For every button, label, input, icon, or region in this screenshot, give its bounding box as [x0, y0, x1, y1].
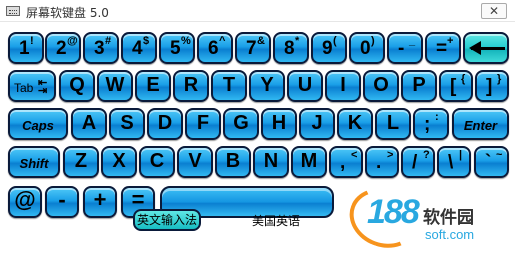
key-at[interactable]: @: [8, 186, 42, 218]
close-button[interactable]: ✕: [481, 3, 507, 19]
key-z[interactable]: Z: [63, 146, 99, 178]
key-x[interactable]: X: [101, 146, 137, 178]
key-h[interactable]: H: [261, 108, 297, 140]
watermark-logo: 188 软件园 soft.com: [335, 178, 515, 261]
key-j[interactable]: J: [299, 108, 335, 140]
key-g[interactable]: G: [223, 108, 259, 140]
key-2[interactable]: 2 @: [45, 32, 81, 64]
key-4[interactable]: 4 $: [121, 32, 157, 64]
key-l[interactable]: L: [375, 108, 411, 140]
key-equals[interactable]: = +: [425, 32, 461, 64]
key-d[interactable]: D: [147, 108, 183, 140]
key-f[interactable]: F: [185, 108, 221, 140]
tab-key[interactable]: Tab ⇤ ⇥: [8, 70, 56, 102]
tab-arrows-icon: ⇤ ⇥: [38, 77, 48, 97]
logo-number: 188: [367, 193, 420, 231]
shift-key[interactable]: Shift: [8, 146, 60, 178]
title-bar: 屏幕软键盘 5.0 ✕: [0, 0, 515, 22]
key-left-bracket[interactable]: [{: [439, 70, 473, 102]
key-q[interactable]: Q: [59, 70, 95, 102]
key-comma[interactable]: , <: [329, 146, 363, 178]
keyboard-layout-label: 美国英语: [252, 214, 301, 228]
key-7[interactable]: 7 &: [235, 32, 271, 64]
key-9[interactable]: 9(: [311, 32, 347, 64]
key-plus[interactable]: +: [83, 186, 117, 218]
key-u[interactable]: U: [287, 70, 323, 102]
key-slash[interactable]: /?: [401, 146, 435, 178]
key-w[interactable]: W: [97, 70, 133, 102]
key-3[interactable]: 3 #: [83, 32, 119, 64]
key-b[interactable]: B: [215, 146, 251, 178]
keyboard-app-icon: [6, 6, 20, 16]
logo-url: soft.com: [425, 227, 475, 242]
backspace-key[interactable]: [463, 32, 509, 64]
key-c[interactable]: C: [139, 146, 175, 178]
ime-switch-button[interactable]: 英文输入法: [133, 209, 201, 231]
key-k[interactable]: K: [337, 108, 373, 140]
key-v[interactable]: V: [177, 146, 213, 178]
window-title: 屏幕软键盘 5.0: [26, 6, 109, 20]
key-p[interactable]: P: [401, 70, 437, 102]
key-semicolon[interactable]: ;:: [413, 108, 449, 140]
key-t[interactable]: T: [211, 70, 247, 102]
key-s[interactable]: S: [109, 108, 145, 140]
key-o[interactable]: O: [363, 70, 399, 102]
key-minus[interactable]: - _: [387, 32, 423, 64]
logo-name: 软件园: [423, 208, 474, 228]
key-5[interactable]: 5%: [159, 32, 195, 64]
key-r[interactable]: R: [173, 70, 209, 102]
key-e[interactable]: E: [135, 70, 171, 102]
key-backtick[interactable]: ` ~: [474, 146, 509, 178]
caps-key[interactable]: Caps: [8, 108, 68, 140]
key-backslash[interactable]: \ |: [437, 146, 471, 178]
arrow-left-icon: [469, 41, 505, 55]
key-1[interactable]: 1!: [8, 32, 44, 64]
key-0[interactable]: 0): [349, 32, 385, 64]
key-minus-small[interactable]: -: [45, 186, 79, 218]
key-8[interactable]: 8 *: [273, 32, 309, 64]
key-right-bracket[interactable]: ]}: [475, 70, 509, 102]
key-i[interactable]: I: [325, 70, 361, 102]
key-n[interactable]: N: [253, 146, 289, 178]
key-m[interactable]: M: [291, 146, 327, 178]
key-a[interactable]: A: [71, 108, 107, 140]
enter-key[interactable]: Enter: [452, 108, 509, 140]
key-y[interactable]: Y: [249, 70, 285, 102]
key-period[interactable]: . >: [365, 146, 399, 178]
key-6[interactable]: 6 ^: [197, 32, 233, 64]
